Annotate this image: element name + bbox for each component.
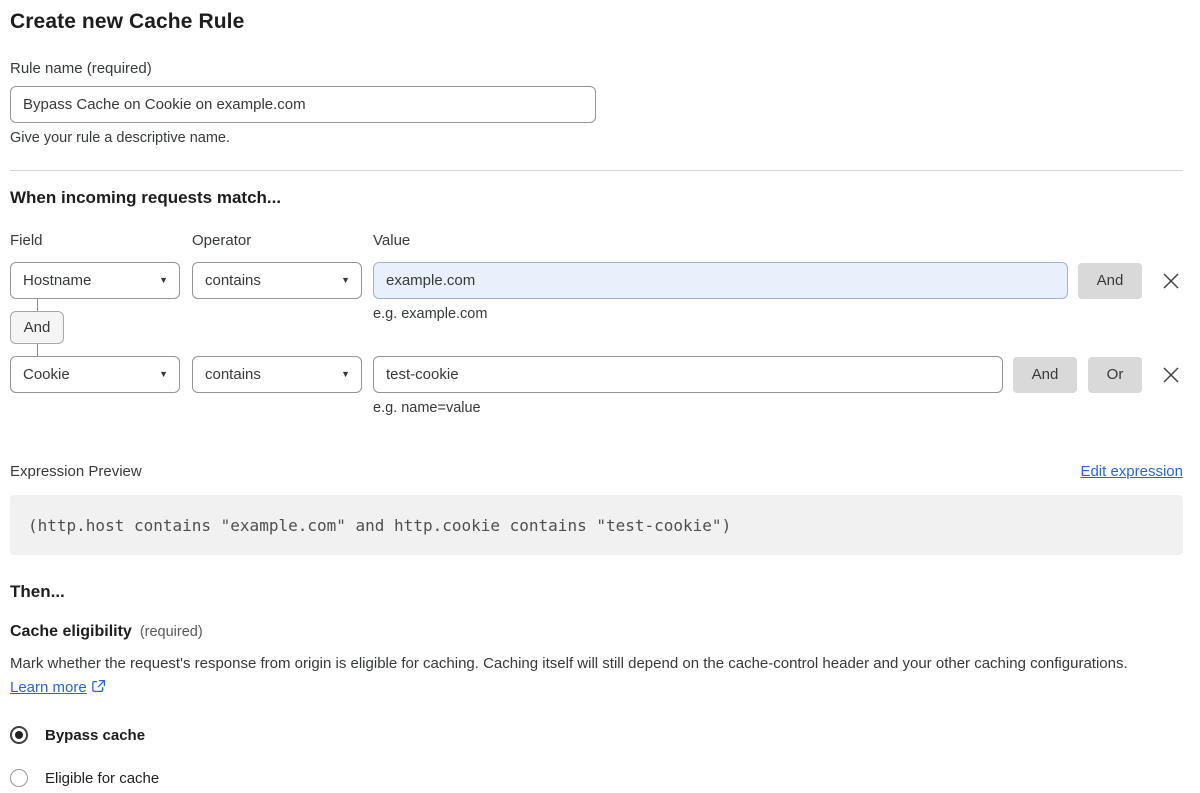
- match-section-heading: When incoming requests match...: [10, 188, 282, 207]
- page-title: Create new Cache Rule: [10, 10, 245, 33]
- connector-and-button[interactable]: And: [10, 299, 64, 356]
- value-hint-row2: e.g. name=value: [373, 400, 481, 416]
- field-select-row1[interactable]: Hostname ▼: [10, 262, 180, 299]
- external-link-icon: [91, 678, 106, 702]
- condition-row-1: Hostname ▼ contains ▼ And: [10, 262, 1183, 299]
- builder-column-headers: Field Operator Value: [10, 232, 1183, 249]
- value-column-label: Value: [373, 232, 411, 249]
- cache-eligibility-heading-row: Cache eligibility (required): [10, 623, 1183, 641]
- remove-icon: [1163, 273, 1179, 288]
- radio-unselected-icon: [10, 769, 28, 787]
- operator-select-row1-value: contains: [205, 272, 261, 289]
- condition-row-2: Cookie ▼ contains ▼ And Or: [10, 356, 1183, 393]
- expression-preview-block: (http.host contains "example.com" and ht…: [10, 495, 1183, 555]
- then-section-heading: Then...: [10, 582, 65, 601]
- expression-preview-header: Expression Preview Edit expression: [10, 463, 1183, 480]
- field-select-row2-value: Cookie: [23, 366, 70, 383]
- and-button-row1[interactable]: And: [1078, 262, 1142, 299]
- row-connector-area: e.g. example.com And: [10, 299, 1183, 356]
- and-button-row2[interactable]: And: [1013, 356, 1077, 393]
- cache-eligibility-heading: Cache eligibility: [10, 623, 132, 640]
- rule-name-input[interactable]: [10, 86, 596, 123]
- section-divider: [10, 170, 1183, 171]
- field-select-row1-value: Hostname: [23, 272, 92, 289]
- radio-option-eligible-for-cache[interactable]: Eligible for cache: [10, 769, 1183, 787]
- row2-hint-area: e.g. name=value: [10, 400, 1183, 420]
- remove-icon: [1163, 367, 1179, 382]
- chevron-down-icon: ▼: [159, 368, 168, 379]
- rule-name-help-text: Give your rule a descriptive name.: [10, 130, 231, 146]
- operator-select-row1[interactable]: contains ▼: [192, 262, 362, 299]
- value-hint-row1: e.g. example.com: [373, 306, 488, 322]
- or-button-row2[interactable]: Or: [1088, 356, 1142, 393]
- learn-more-link[interactable]: Learn more: [10, 679, 87, 696]
- create-cache-rule-page: Create new Cache Rule Rule name (require…: [0, 0, 1200, 787]
- radio-option-bypass-cache[interactable]: Bypass cache: [10, 726, 1183, 744]
- chevron-down-icon: ▼: [159, 274, 168, 285]
- radio-label-bypass-cache: Bypass cache: [45, 726, 146, 744]
- chevron-down-icon: ▼: [341, 368, 350, 379]
- remove-condition-button-row2[interactable]: [1159, 363, 1183, 387]
- expression-preview-label: Expression Preview: [10, 463, 142, 480]
- value-input-row1[interactable]: [373, 262, 1068, 299]
- edit-expression-link[interactable]: Edit expression: [1080, 463, 1183, 480]
- rule-name-label: Rule name (required): [10, 60, 152, 77]
- radio-selected-icon: [10, 726, 28, 744]
- operator-select-row2[interactable]: contains ▼: [192, 356, 362, 393]
- cache-eligibility-description: Mark whether the request's response from…: [10, 652, 1170, 702]
- chevron-down-icon: ▼: [341, 274, 350, 285]
- required-tag: (required): [139, 624, 203, 640]
- remove-condition-button-row1[interactable]: [1159, 269, 1183, 293]
- field-column-label: Field: [10, 232, 43, 249]
- description-text: Mark whether the request's response from…: [10, 655, 1128, 672]
- field-select-row2[interactable]: Cookie ▼: [10, 356, 180, 393]
- operator-column-label: Operator: [192, 232, 252, 249]
- expression-code: (http.host contains "example.com" and ht…: [28, 515, 732, 535]
- operator-select-row2-value: contains: [205, 366, 261, 383]
- radio-label-eligible-for-cache: Eligible for cache: [45, 769, 160, 787]
- value-input-row2[interactable]: [373, 356, 1003, 393]
